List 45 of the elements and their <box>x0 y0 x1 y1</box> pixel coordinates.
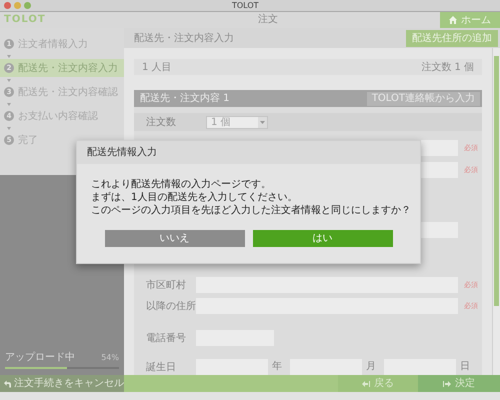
upload-label: アップロード中 <box>5 352 75 364</box>
down-arrow-icon <box>7 102 11 106</box>
back-button[interactable]: 戻る <box>338 375 418 392</box>
logo: TOLOT <box>4 13 46 27</box>
section-title: 配送先・注文内容 1 <box>140 92 230 106</box>
input-field[interactable] <box>196 359 268 375</box>
confirm-button[interactable]: 決定 <box>418 375 500 392</box>
add-address-button[interactable]: 配送先住所の追加 <box>406 30 498 46</box>
zoom-icon[interactable] <box>24 2 31 9</box>
input-field[interactable] <box>384 359 456 375</box>
home-button[interactable]: ホーム <box>440 12 500 28</box>
field-label: 以降の住所 <box>145 300 196 314</box>
unit-label: 月 <box>366 361 377 373</box>
field-label: 注文数 <box>145 116 177 130</box>
dialog-title: 配送先情報入力 <box>87 146 157 160</box>
field-label: 市区町村 <box>145 278 187 292</box>
unit-label: 日 <box>460 361 471 373</box>
minimize-icon[interactable] <box>14 2 21 9</box>
close-icon[interactable] <box>4 2 11 9</box>
page-title: 注文 <box>256 13 279 27</box>
breadcrumb: 配送先・注文内容入力 <box>134 32 234 46</box>
upload-percent: 54% <box>101 352 119 364</box>
down-arrow-icon <box>7 78 11 82</box>
dialog-message: まずは、1人目の配送先を入力してください。 <box>91 191 298 204</box>
step-label: 配送先・注文内容入力 <box>18 62 118 76</box>
quantity-select[interactable]: 1 個 <box>206 116 268 128</box>
yes-button[interactable]: はい <box>252 230 392 247</box>
no-button[interactable]: いいえ <box>104 230 244 247</box>
unit-label: 年 <box>272 361 283 373</box>
input-field[interactable] <box>290 359 362 375</box>
scrollbar[interactable] <box>492 48 500 375</box>
down-arrow-icon <box>7 126 11 130</box>
down-arrow-icon <box>7 54 11 58</box>
field-label: 電話番号 <box>145 332 187 346</box>
back-icon <box>362 380 370 386</box>
field-label: 誕生日 <box>145 360 177 374</box>
dialog-message: これより配送先情報の入力ページです。 <box>91 178 271 191</box>
dialog-message: このページの入力項目を先ほど入力した注文者情報と同じにしますか？ <box>91 204 411 217</box>
back-arrow-icon <box>4 380 11 388</box>
cancel-button[interactable]: 注文手続きをキャンセル <box>0 375 124 392</box>
window-title: TOLOT <box>232 0 259 11</box>
house-icon <box>449 16 457 24</box>
recipient-label: 1 人目 <box>142 60 172 75</box>
forward-icon <box>443 380 451 386</box>
order-count: 注文数 1 個 <box>421 60 474 75</box>
